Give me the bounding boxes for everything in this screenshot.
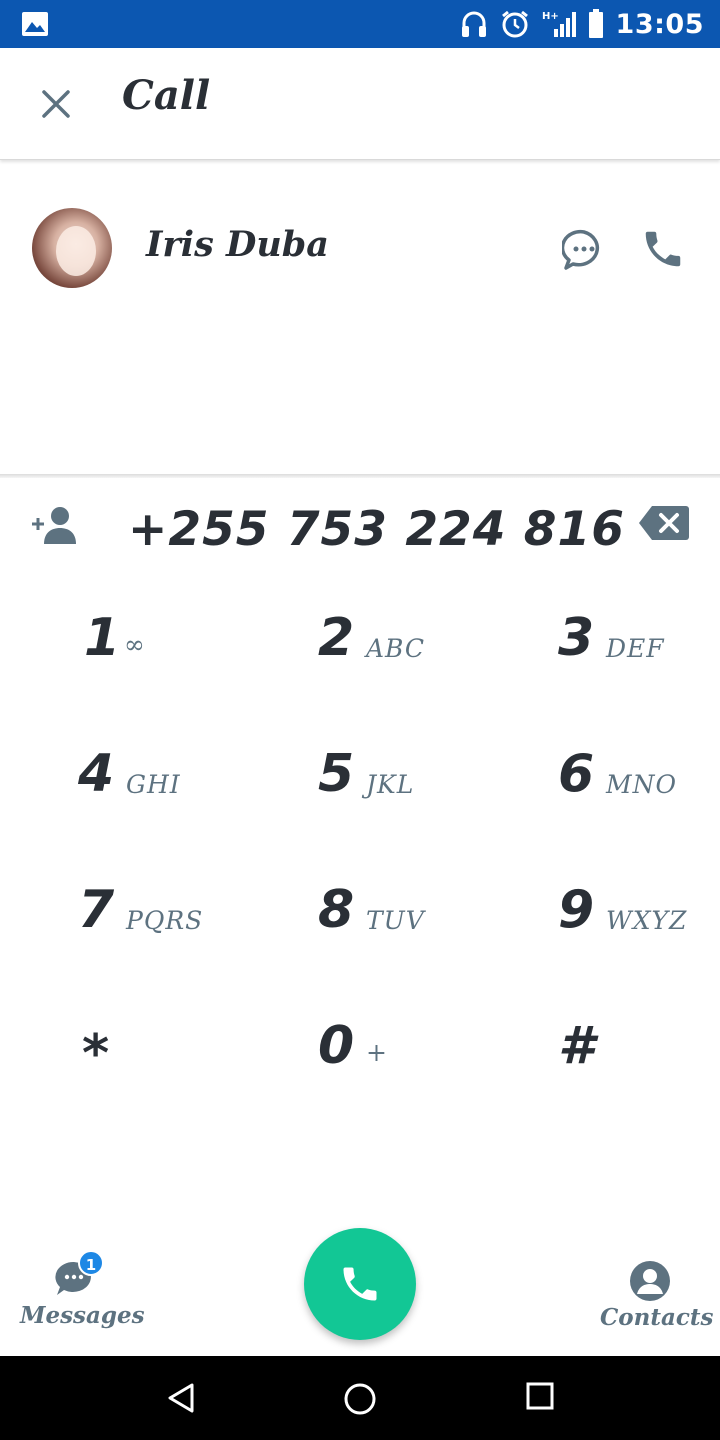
key-letters: ABC [366, 634, 426, 663]
alarm-icon [501, 10, 528, 38]
app-header: Call [0, 48, 720, 160]
unread-badge: 1 [78, 1250, 104, 1276]
key-5[interactable]: 5 JKL [240, 716, 480, 852]
key-0[interactable]: 0 + [240, 988, 480, 1124]
key-letters: TUV [366, 906, 425, 935]
key-7[interactable]: 7 PQRS [0, 852, 240, 988]
key-digit: * [82, 1024, 110, 1084]
key-6[interactable]: 6 MNO [480, 716, 720, 852]
key-letters: GHI [126, 770, 181, 799]
key-digit: 2 [318, 608, 355, 668]
phone-icon[interactable] [640, 226, 686, 272]
key-digit: 7 [78, 880, 115, 940]
signal-icon: H+ [542, 11, 576, 37]
contacts-nav[interactable]: Contacts [600, 1260, 714, 1331]
status-bar: H+ 13:05 [0, 0, 720, 48]
key-digit: 8 [318, 880, 355, 940]
backspace-icon[interactable] [638, 504, 690, 542]
key-2[interactable]: 2 ABC [240, 580, 480, 716]
add-contact-icon[interactable] [30, 502, 80, 546]
key-letters: MNO [606, 770, 677, 799]
key-8[interactable]: 8 TUV [240, 852, 480, 988]
key-hash[interactable]: # [480, 988, 720, 1124]
contacts-icon [630, 1261, 670, 1301]
contact-name: Iris Duba [146, 224, 329, 265]
dial-keypad: 1 ∞ 2 ABC 3 DEF 4 GHI 5 JKL 6 MNO 7 PQRS… [0, 580, 720, 1120]
back-icon[interactable] [166, 1382, 196, 1414]
messages-label: Messages [20, 1302, 145, 1329]
chat-bubble-icon[interactable] [562, 228, 606, 272]
key-letters: PQRS [126, 906, 204, 935]
key-digit: 3 [558, 608, 595, 668]
key-letters: DEF [606, 634, 665, 663]
messages-nav[interactable]: Messages [20, 1260, 145, 1329]
svg-text:H+: H+ [542, 11, 559, 22]
key-star[interactable]: * [0, 988, 240, 1124]
avatar [32, 208, 112, 288]
contacts-label: Contacts [600, 1304, 714, 1331]
number-entry-row: +255 753 224 816 [0, 478, 720, 578]
key-digit: 5 [318, 744, 355, 804]
bottom-bar: Messages 1 Contacts [0, 1210, 720, 1356]
key-digit: 4 [78, 744, 115, 804]
phone-icon [343, 1267, 377, 1301]
contact-suggestion[interactable]: Iris Duba [0, 190, 720, 306]
recents-icon[interactable] [526, 1382, 554, 1410]
phone-number-display[interactable]: +255 753 224 816 [128, 502, 625, 557]
key-letters: JKL [366, 770, 415, 799]
key-letters: WXYZ [606, 906, 688, 935]
battery-icon [588, 9, 603, 38]
key-letters: + [366, 1038, 388, 1067]
key-digit: 9 [558, 880, 595, 940]
key-digit: # [558, 1016, 595, 1076]
call-button[interactable] [304, 1228, 416, 1340]
system-nav-bar [0, 1356, 720, 1440]
key-4[interactable]: 4 GHI [0, 716, 240, 852]
image-icon [22, 12, 48, 36]
close-icon[interactable] [38, 86, 74, 122]
voicemail-icon: ∞ [124, 630, 146, 659]
key-digit: 0 [318, 1016, 355, 1076]
page-title: Call [122, 72, 211, 119]
headset-icon [461, 11, 486, 37]
home-icon[interactable] [343, 1382, 377, 1416]
key-digit: 1 [84, 608, 121, 668]
key-3[interactable]: 3 DEF [480, 580, 720, 716]
key-digit: 6 [558, 744, 595, 804]
clock: 13:05 [615, 8, 704, 40]
key-1[interactable]: 1 ∞ [0, 580, 240, 716]
key-9[interactable]: 9 WXYZ [480, 852, 720, 988]
